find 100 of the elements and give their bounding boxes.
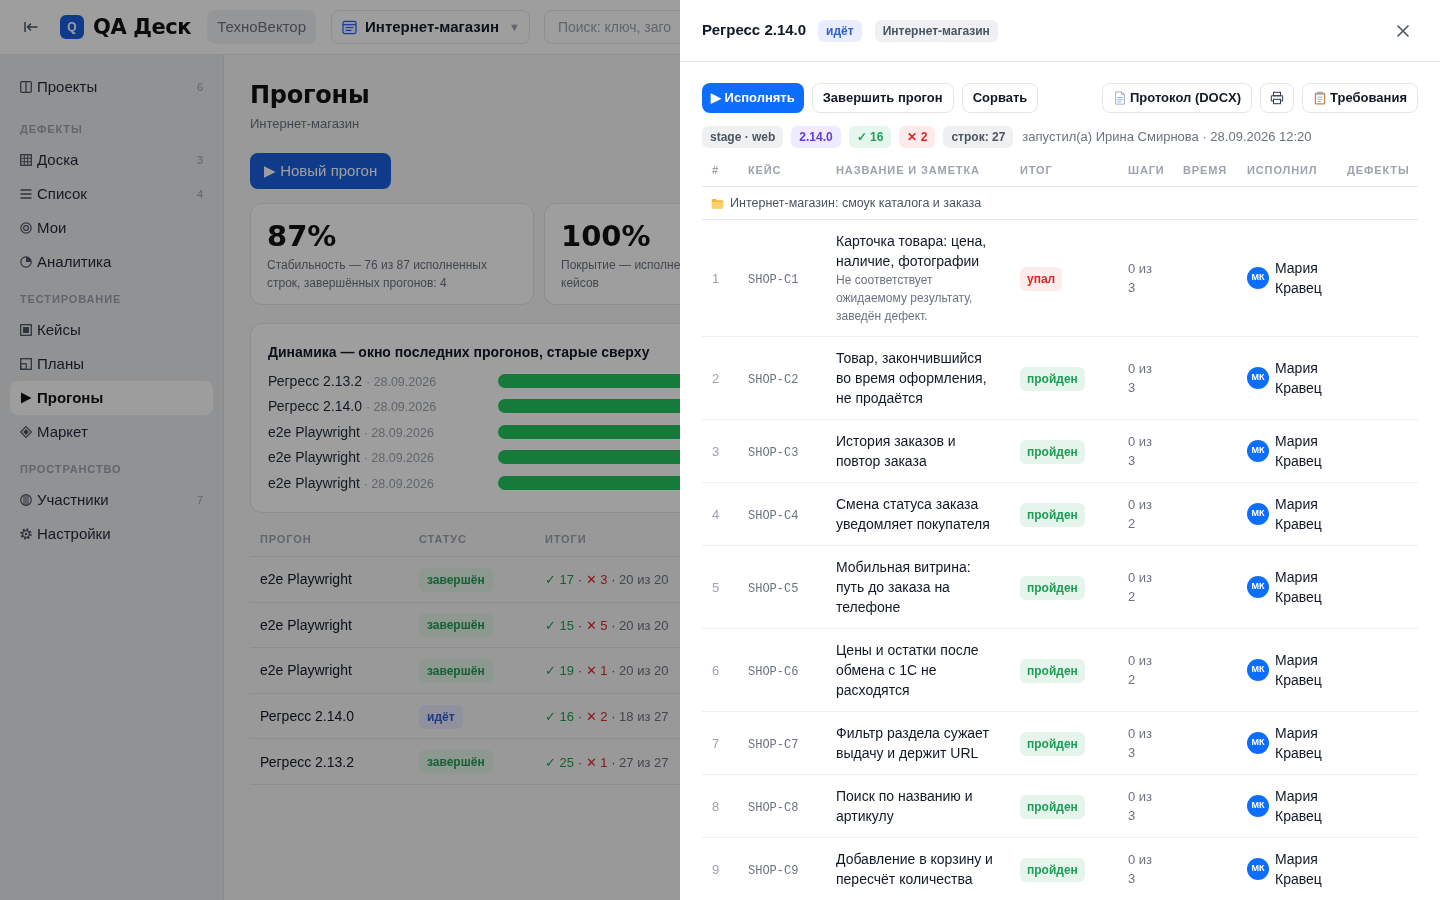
export-button[interactable]: Протокол (DOCX) bbox=[1102, 83, 1253, 113]
row-number: 4 bbox=[712, 507, 720, 522]
case-title: Цены и остатки после обмена с 1С не расходятся bbox=[836, 641, 980, 700]
case-title: Товар, закончившийся во время оформления, не продаётся bbox=[836, 349, 988, 408]
play-icon bbox=[20, 392, 32, 404]
close-icon[interactable] bbox=[1397, 24, 1409, 37]
column-header: КЕЙС bbox=[748, 164, 782, 176]
folder-icon bbox=[711, 196, 724, 210]
info-badge: строк: 27 bbox=[943, 126, 1014, 148]
result-badge: пройден bbox=[1020, 439, 1085, 464]
project-tag: Интернет-магазин bbox=[874, 19, 998, 42]
row-number: 2 bbox=[712, 371, 720, 386]
group-title: Интернет-магазин: смоук каталога и заказа bbox=[730, 194, 982, 212]
secondary-button[interactable]: Сорвать bbox=[961, 83, 1039, 113]
secondary-button[interactable]: Завершить прогон bbox=[811, 83, 954, 113]
sidebar-item[interactable]: Планы bbox=[10, 347, 213, 381]
avatar: МК bbox=[1247, 576, 1269, 598]
status-badge: завершён bbox=[419, 613, 493, 638]
avatar: МК bbox=[1247, 367, 1269, 389]
assignee-name: Мария Кравец bbox=[1275, 850, 1323, 889]
new-run-button[interactable]: ▶ Новый прогон bbox=[250, 153, 392, 189]
stat-description: Стабильность — 76 из 87 исполненных строк, завершённых прогонов: 4 bbox=[267, 257, 488, 292]
steps-count: 0 из 3 bbox=[1128, 725, 1154, 762]
assignee-name: Мария Кравец bbox=[1275, 495, 1323, 534]
info-badge: stage · web bbox=[702, 126, 784, 148]
status-badge: идёт bbox=[818, 19, 862, 42]
run-name: e2e Playwright bbox=[260, 616, 352, 633]
avatar: МК bbox=[1247, 267, 1269, 289]
column-header: ИТОГ bbox=[1020, 164, 1053, 176]
result-badge: пройден bbox=[1020, 366, 1085, 391]
sidebar-item[interactable]: Прогоны bbox=[10, 381, 213, 415]
column-header: ВРЕМЯ bbox=[1183, 164, 1228, 176]
result-badge: пройден bbox=[1020, 575, 1085, 600]
result-badge: пройден bbox=[1020, 857, 1085, 882]
stat-value: 87% bbox=[267, 220, 338, 252]
case-key: SHOP-C4 bbox=[748, 509, 799, 523]
steps-count: 0 из 3 bbox=[1128, 260, 1154, 297]
status-badge: завершён bbox=[419, 659, 493, 683]
case-title: Добавление в корзину и пересчёт количества bbox=[836, 850, 994, 889]
arrow-left-bar-icon[interactable] bbox=[24, 21, 38, 33]
run-label: e2e Playwright · 28.09.2026 bbox=[268, 423, 434, 440]
sidebar-item[interactable]: Настройки bbox=[10, 517, 213, 551]
workspace-chip[interactable]: ТехноВектор bbox=[207, 10, 317, 44]
avatar: МК bbox=[1247, 795, 1269, 817]
case-key: SHOP-C8 bbox=[748, 801, 799, 815]
requirements-button[interactable]: Требования bbox=[1302, 83, 1418, 113]
pie-chart-icon bbox=[20, 256, 32, 268]
print-button[interactable] bbox=[1260, 83, 1295, 113]
case-key: SHOP-C1 bbox=[748, 273, 799, 287]
row-number: 9 bbox=[712, 862, 720, 877]
row-number: 1 bbox=[712, 271, 720, 286]
column-header: ПРОГОН bbox=[260, 533, 312, 545]
case-note: Не соответствует ожидаемому результату, заведён дефект. bbox=[836, 272, 974, 325]
search-field[interactable]: Поиск: ключ, заго bbox=[543, 10, 680, 44]
printer-icon bbox=[1270, 91, 1285, 105]
steps-count: 0 из 3 bbox=[1128, 851, 1154, 888]
status-badge: идёт bbox=[419, 704, 463, 729]
case-key: SHOP-C3 bbox=[748, 446, 799, 460]
passed-count-badge: ✓ 16 bbox=[848, 126, 892, 148]
steps-count: 0 из 2 bbox=[1128, 496, 1154, 533]
run-name: e2e Playwright bbox=[260, 571, 352, 588]
list-icon bbox=[20, 188, 32, 200]
avatar: МК bbox=[1247, 858, 1269, 880]
case-key: SHOP-C5 bbox=[748, 582, 799, 596]
page-subtitle: Интернет-магазин bbox=[250, 115, 360, 133]
assignee-name: Мария Кравец bbox=[1275, 651, 1323, 690]
target-icon bbox=[20, 222, 32, 234]
drawer-title: Регресс 2.14.0 bbox=[702, 20, 807, 41]
sidebar-item[interactable]: Маркет bbox=[10, 415, 213, 449]
case-key: SHOP-C6 bbox=[748, 665, 799, 679]
column-header: ДЕФЕКТЫ bbox=[1347, 164, 1410, 176]
avatar: МК bbox=[1247, 503, 1269, 525]
column-header: ШАГИ bbox=[1128, 164, 1165, 176]
globe-icon bbox=[20, 494, 32, 506]
assignee-name: Мария Кравец bbox=[1275, 359, 1323, 398]
avatar: МК bbox=[1247, 732, 1269, 754]
run-label: Регресс 2.13.2 · 28.09.2026 bbox=[268, 372, 437, 389]
version-badge: 2.14.0 bbox=[791, 126, 841, 148]
run-meta: запустил(а) Ирина Смирнова · 28.09.2026 12:20 bbox=[1022, 128, 1312, 147]
avatar: МК bbox=[1247, 659, 1269, 681]
failed-count-badge: ✕ 2 bbox=[899, 126, 936, 148]
status-badge: завершён bbox=[419, 567, 493, 592]
sidebar-item[interactable]: Кейсы bbox=[10, 313, 213, 347]
run-name: Регресс 2.14.0 bbox=[260, 708, 354, 725]
steps-count: 0 из 3 bbox=[1128, 433, 1154, 470]
document-icon bbox=[1113, 91, 1127, 105]
case-title: Фильтр раздела сужает выдачу и держит URL bbox=[836, 724, 990, 763]
run-name: Регресс 2.13.2 bbox=[260, 753, 354, 770]
sidebar-item[interactable]: Мои bbox=[10, 211, 213, 245]
column-header: # bbox=[712, 164, 719, 176]
diamond-icon bbox=[20, 426, 32, 438]
row-number: 3 bbox=[712, 444, 720, 459]
sidebar-item[interactable]: Аналитика bbox=[10, 245, 213, 279]
assignee-name: Мария Кравец bbox=[1275, 787, 1323, 826]
avatar: МК bbox=[1247, 440, 1269, 462]
column-header: СТАТУС bbox=[419, 533, 467, 545]
result-badge: упал bbox=[1020, 266, 1063, 291]
row-number: 7 bbox=[712, 736, 720, 751]
primary-button[interactable]: ▶ Исполнять bbox=[702, 83, 804, 113]
project-selector[interactable]: Интернет-магазин ▼ bbox=[331, 10, 530, 44]
